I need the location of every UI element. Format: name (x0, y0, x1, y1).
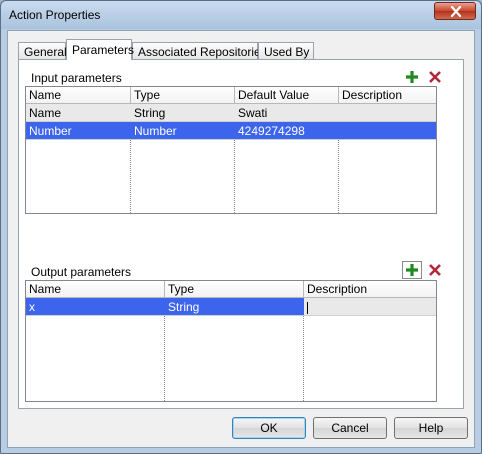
text-caret (307, 301, 308, 314)
output-parameters-label: Output parameters (31, 265, 132, 279)
cell-name[interactable]: Number (26, 122, 131, 140)
dialog-client: General Parameters Associated Repositori… (7, 30, 475, 448)
cancel-button[interactable]: Cancel (313, 417, 387, 439)
close-button[interactable] (434, 2, 476, 20)
cell-description-editor[interactable] (304, 298, 436, 316)
column-header-name[interactable]: Name (26, 281, 165, 298)
cell-type[interactable]: String (131, 104, 235, 122)
cell-description[interactable] (339, 122, 436, 140)
output-parameters-grid[interactable]: Name Type Description x String (25, 280, 437, 402)
plus-icon (406, 71, 418, 83)
tab-used-by[interactable]: Used By (258, 42, 314, 59)
input-parameters-label: Input parameters (31, 71, 122, 85)
title-bar[interactable]: Action Properties (1, 1, 481, 29)
add-input-parameter-button[interactable] (402, 68, 422, 86)
plus-icon (406, 264, 418, 276)
remove-input-parameter-button[interactable] (425, 68, 445, 86)
parameters-panel: Input parameters Name Type Default Value… (18, 59, 464, 409)
column-header-type[interactable]: Type (165, 281, 304, 298)
cell-name[interactable]: Name (26, 104, 131, 122)
cell-default-value[interactable]: 4249274298 (235, 122, 339, 140)
help-button[interactable]: Help (394, 417, 468, 439)
tab-label: Parameters (72, 43, 135, 57)
column-header-description[interactable]: Description (304, 281, 436, 298)
delete-icon (429, 264, 441, 276)
column-header-type[interactable]: Type (131, 87, 235, 104)
cell-name[interactable]: x (26, 298, 165, 316)
cell-type[interactable]: Number (131, 122, 235, 140)
cell-default-value[interactable]: Swati (235, 104, 339, 122)
grid-header: Name Type Default Value Description (26, 87, 436, 104)
column-header-name[interactable]: Name (26, 87, 131, 104)
tab-label: General (24, 45, 67, 59)
column-header-description[interactable]: Description (339, 87, 436, 104)
input-parameters-grid[interactable]: Name Type Default Value Description Name… (25, 86, 437, 214)
tab-general[interactable]: General (18, 42, 67, 59)
table-row[interactable]: Name String Swati (26, 104, 436, 122)
column-header-default-value[interactable]: Default Value (235, 87, 339, 104)
table-row-selected[interactable]: x String (26, 298, 436, 316)
add-output-parameter-button[interactable] (402, 261, 422, 279)
tab-label: Associated Repositories (138, 45, 267, 59)
grid-header: Name Type Description (26, 281, 436, 298)
table-row-selected[interactable]: Number Number 4249274298 (26, 122, 436, 140)
cell-type[interactable]: String (165, 298, 304, 316)
tab-parameters[interactable]: Parameters (66, 39, 135, 60)
tab-associated-repositories[interactable]: Associated Repositories (132, 42, 267, 59)
cell-description[interactable] (339, 104, 436, 122)
ok-button[interactable]: OK (232, 417, 306, 439)
dialog-window: Action Properties General Parameters Ass… (0, 0, 482, 454)
remove-output-parameter-button[interactable] (425, 261, 445, 279)
delete-icon (429, 71, 441, 83)
window-title: Action Properties (9, 8, 101, 22)
tab-label: Used By (264, 45, 310, 59)
close-icon (450, 6, 462, 17)
